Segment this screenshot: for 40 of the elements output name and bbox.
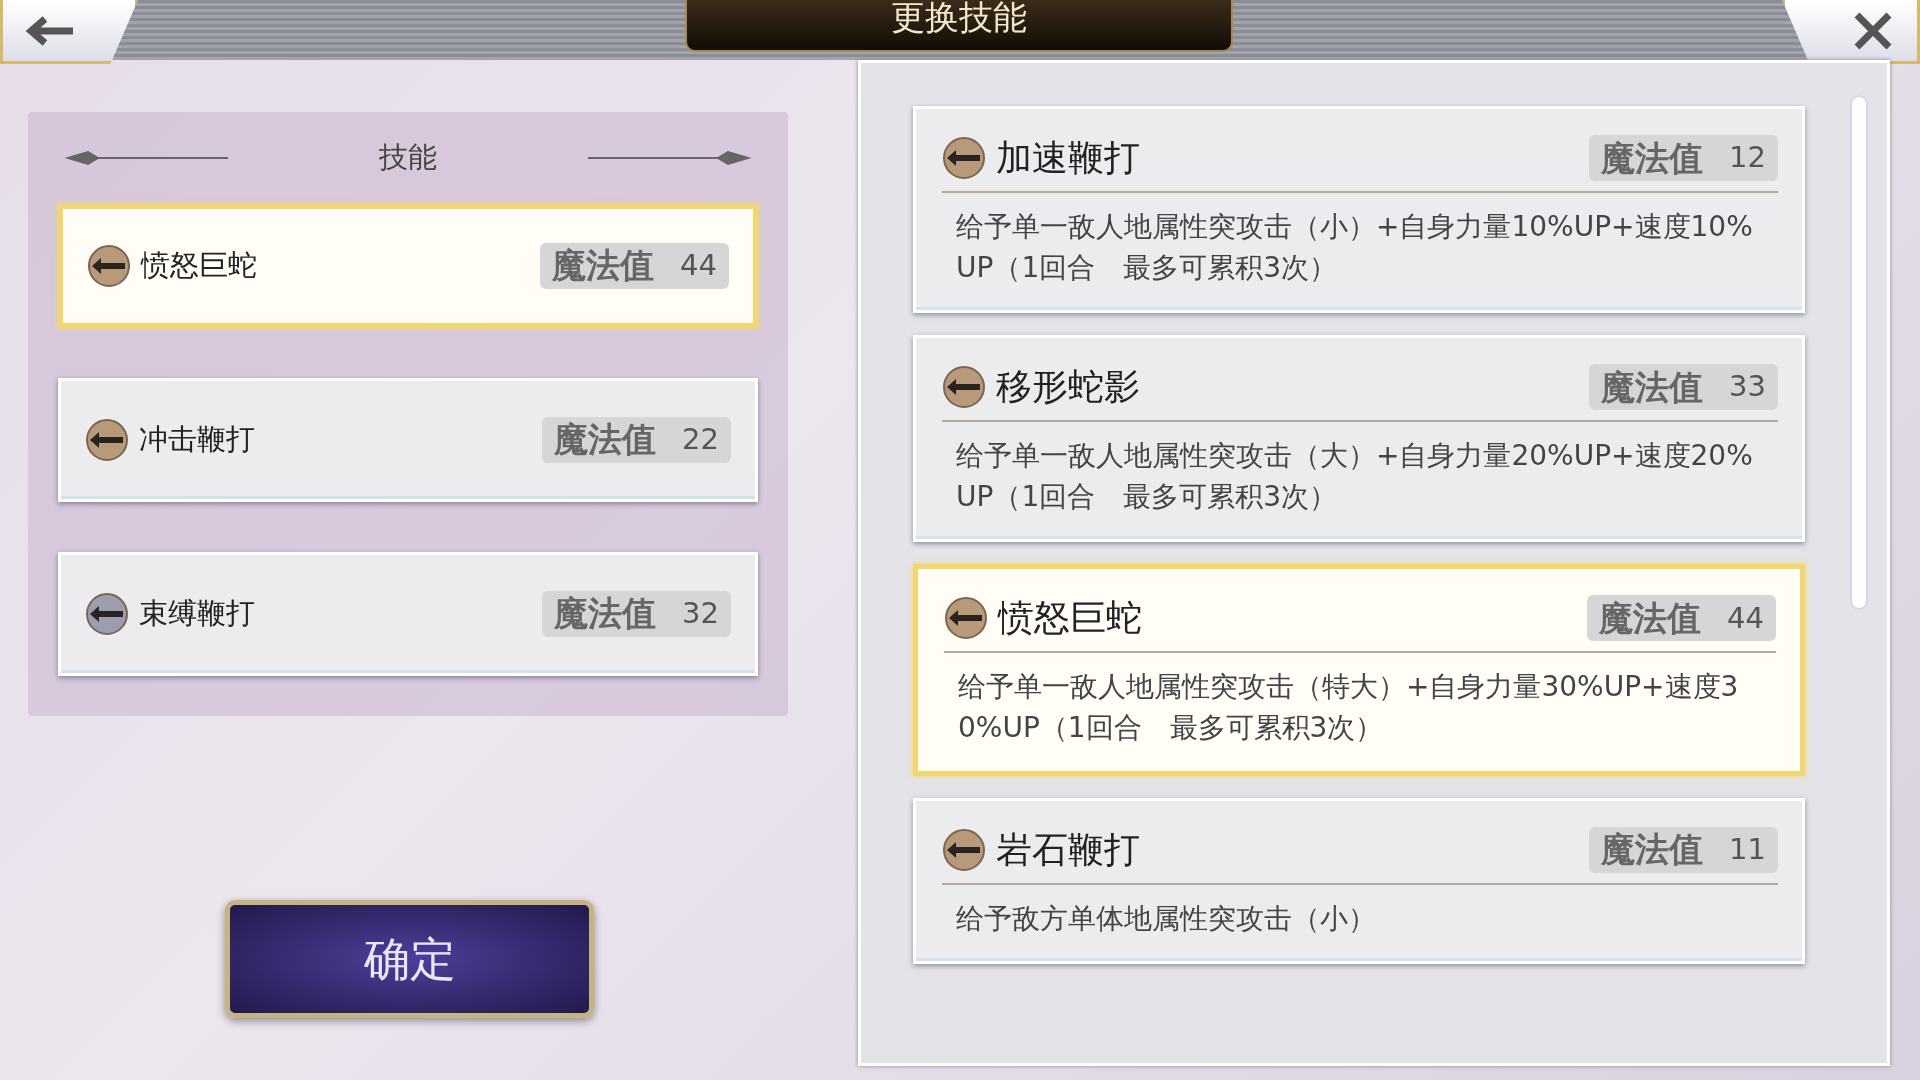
mana-label: 魔法值 (1599, 596, 1702, 640)
mana-value: 44 (680, 246, 717, 284)
skill-card[interactable]: 移形蛇影 魔法值 33 给予单一敌人地属性突攻击（大）+自身力量20%UP+速度20%UP（1回合 最多可累积3次） (913, 335, 1805, 543)
skill-name: 愤怒巨蛇 (998, 596, 1142, 641)
close-icon (1853, 10, 1893, 51)
mana-value: 32 (682, 594, 719, 632)
screen-title: 更换技能 (685, 0, 1233, 52)
panel-title: 技能 (379, 139, 437, 176)
mana-value: 11 (1729, 830, 1766, 868)
mana-label: 魔法值 (1601, 828, 1704, 872)
skill-card[interactable]: 愤怒巨蛇 魔法值 44 给予单一敌人地属性突攻击（特大）+自身力量30%UP+速度30%UP（1回合 最多可累积3次） (913, 564, 1805, 776)
mana-label: 魔法值 (1601, 136, 1704, 180)
skill-description: 给予单一敌人地属性突攻击（大）+自身力量20%UP+速度20%UP（1回合 最多可累积3次） (955, 438, 1754, 515)
mana-value: 44 (1727, 599, 1764, 637)
skill-card[interactable]: 加速鞭打 魔法值 12 给予单一敌人地属性突攻击（小）+自身力量10%UP+速度10%UP（1回合 最多可累积3次） (913, 106, 1805, 314)
equipped-skill-item[interactable]: 冲击鞭打 魔法值 22 (58, 377, 758, 502)
scrollbar[interactable] (1850, 95, 1868, 610)
mana-label: 魔法值 (554, 418, 657, 461)
skill-name: 愤怒巨蛇 (141, 246, 257, 284)
skill-description: 给予敌方单体地属性突攻击（小） (955, 900, 1377, 937)
mana-label: 魔法值 (554, 592, 657, 635)
mana-label: 魔法值 (552, 244, 655, 287)
mana-value: 33 (1729, 368, 1766, 406)
close-button[interactable] (1782, 0, 1920, 64)
skill-card[interactable]: 岩石鞭打 魔法值 11 给予敌方单体地属性突攻击（小） (913, 797, 1805, 965)
skill-name: 冲击鞭打 (139, 420, 255, 458)
skill-description: 给予单一敌人地属性突攻击（小）+自身力量10%UP+速度10%UP（1回合 最多可累积3次） (955, 209, 1754, 286)
skill-name: 束缚鞭打 (139, 594, 255, 632)
equipped-skill-item[interactable]: 愤怒巨蛇 魔法值 44 (58, 203, 758, 328)
skill-name: 加速鞭打 (996, 136, 1140, 180)
back-button[interactable] (0, 0, 138, 64)
confirm-button[interactable]: 确定 (225, 900, 594, 1018)
skill-description: 给予单一敌人地属性突攻击（特大）+自身力量30%UP+速度30%UP（1回合 最多可累积3次） (957, 669, 1740, 746)
mana-label: 魔法值 (1601, 365, 1704, 409)
skill-name: 岩石鞭打 (996, 827, 1140, 872)
equipped-skill-item[interactable]: 束缚鞭打 魔法值 32 (58, 551, 758, 676)
mana-value: 12 (1729, 139, 1766, 177)
skill-name: 移形蛇影 (996, 365, 1140, 410)
mana-value: 22 (682, 420, 719, 458)
back-arrow-icon (23, 15, 75, 46)
